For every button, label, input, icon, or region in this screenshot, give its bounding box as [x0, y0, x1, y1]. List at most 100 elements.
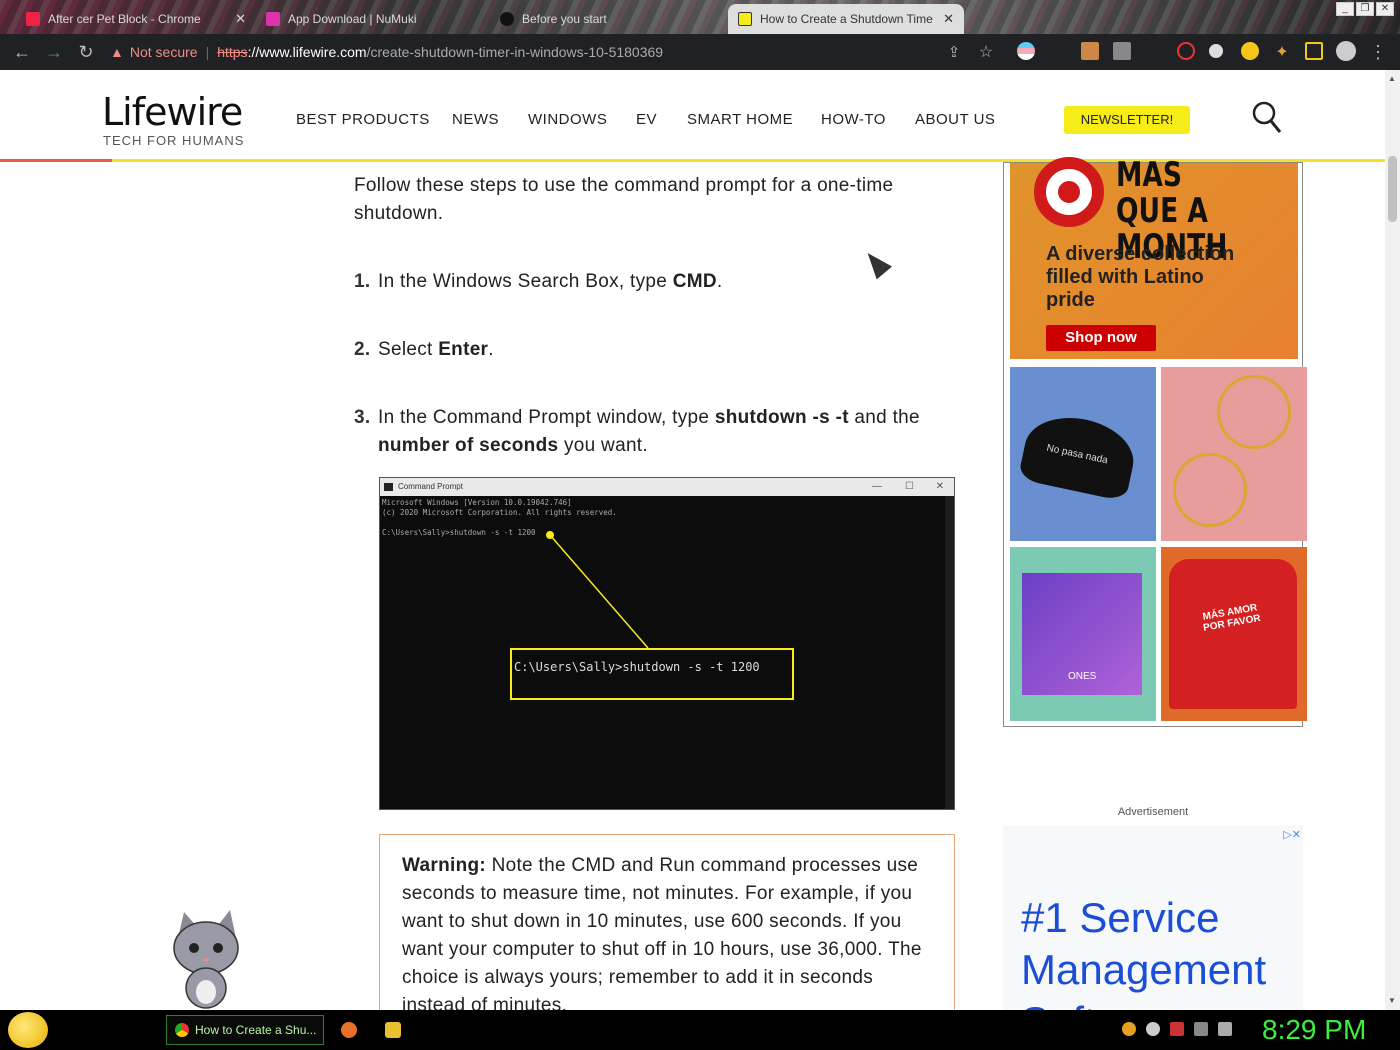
star-icon[interactable]: ☆ [970, 42, 1002, 62]
extension-icon[interactable] [1113, 42, 1131, 60]
tab-label: After cer Pet Block - Chrome [48, 12, 201, 26]
firefox-icon[interactable] [341, 1022, 357, 1038]
step-bold: CMD [672, 271, 717, 292]
step-number: 2. [354, 339, 371, 360]
shirt-image [1169, 559, 1297, 709]
profile-avatar[interactable] [1336, 41, 1356, 61]
extension-icon[interactable] [1017, 42, 1035, 60]
site-logo[interactable]: Lifewire [102, 90, 243, 134]
nav-best-products[interactable]: BEST PRODUCTS [296, 111, 430, 128]
forward-arrow-icon[interactable]: → [38, 42, 70, 63]
header-accent-line [0, 159, 112, 162]
tab-1[interactable]: After cer Pet Block - Chrome ✕ [16, 4, 256, 34]
site-header: Lifewire TECH FOR HUMANS BEST PRODUCTS N… [0, 70, 1385, 162]
tray-icon[interactable] [1146, 1022, 1160, 1036]
callout-line [546, 531, 649, 649]
url-scheme: https [217, 44, 248, 60]
network-icon[interactable] [1194, 1022, 1208, 1036]
product-earrings[interactable] [1161, 367, 1307, 541]
share-icon[interactable]: ⇪ [938, 43, 970, 61]
volume-icon[interactable] [1218, 1022, 1232, 1036]
nav-how-to[interactable]: HOW-TO [821, 111, 886, 128]
nav-smart-home[interactable]: SMART HOME [687, 111, 793, 128]
back-arrow-icon[interactable]: ← [6, 42, 38, 63]
scroll-down-icon[interactable]: ▼ [1388, 996, 1396, 1005]
nav-windows[interactable]: WINDOWS [528, 111, 607, 128]
divider: | [205, 44, 210, 60]
target-logo-icon [1034, 157, 1104, 227]
tab-active[interactable]: How to Create a Shutdown Time ✕ [728, 4, 964, 34]
ad-service-management[interactable]: ▷✕ #1 Service Management Soft [1003, 826, 1303, 1016]
step-text-part: . [488, 339, 494, 360]
nav-about-us[interactable]: ABOUT US [915, 111, 995, 128]
close-icon[interactable]: ✕ [235, 11, 246, 27]
step-bold: shutdown -s -t [714, 407, 849, 428]
ad-target[interactable]: MAS QUE A MONTH A diverse collection fil… [1003, 157, 1307, 727]
search-tray-icon[interactable] [1122, 1022, 1136, 1036]
warning-box: Warning: Note the CMD and Run command pr… [379, 834, 955, 1024]
warning-icon: ▲ [110, 44, 124, 60]
step-number: 1. [354, 271, 371, 292]
newsletter-button[interactable]: NEWSLETTER! [1064, 106, 1190, 134]
scroll-thumb[interactable] [1388, 156, 1397, 222]
step-text-part: In the Windows Search Box, type [378, 271, 673, 292]
taskbar-task-chrome[interactable]: How to Create a Shu... [166, 1015, 324, 1045]
window-controls: _ ❐ ✕ [1336, 2, 1394, 16]
browser-tab-strip: After cer Pet Block - Chrome ✕ App Downl… [0, 0, 1400, 34]
tab-favicon-icon [266, 12, 280, 26]
product-album[interactable]: ONES [1010, 547, 1156, 721]
maximize-icon[interactable]: ❐ [1356, 2, 1374, 16]
start-button[interactable] [8, 1012, 48, 1048]
block-icon[interactable] [1177, 42, 1195, 60]
extension-icon[interactable] [1081, 42, 1099, 60]
cmd-zoom-callout: C:\Users\Sally>shutdown -s -t 1200 [510, 648, 794, 700]
search-icon[interactable] [1252, 101, 1282, 135]
chrome-icon [175, 1023, 189, 1037]
url-input[interactable]: ▲ Not secure | https://www.lifewire.com /… [110, 38, 980, 66]
step-text-part: Select [378, 339, 439, 360]
step-text-part: and the [848, 407, 920, 428]
product-cap[interactable]: No pasa nada [1010, 367, 1156, 541]
address-bar: ← → ↻ ▲ Not secure | https://www.lifewir… [0, 34, 1400, 70]
tab-3[interactable]: Before you start [490, 4, 726, 34]
command-prompt-image: Command Prompt — ☐ ✕ Microsoft Windows [… [379, 477, 955, 810]
step-bold: Enter [438, 339, 489, 360]
tab-label: How to Create a Shutdown Time [760, 12, 933, 26]
shop-now-button[interactable]: Shop now [1046, 325, 1156, 351]
menu-icon[interactable]: ⋮ [1362, 42, 1394, 63]
url-path: /create-shutdown-timer-in-windows-10-518… [366, 44, 664, 60]
advertisement-label: Advertisement [1117, 806, 1189, 818]
flag-icon[interactable] [1170, 1022, 1184, 1036]
close-icon[interactable]: ✕ [943, 11, 954, 27]
adchoices-close-icon[interactable]: ▷✕ [1283, 828, 1301, 841]
scroll-up-icon[interactable]: ▲ [1388, 74, 1396, 83]
page-scrollbar[interactable]: ▲ ▼ [1385, 70, 1400, 1010]
sidebar-icon[interactable] [1305, 42, 1323, 60]
folder-icon[interactable] [385, 1022, 401, 1038]
tab-label: App Download | NuMuki [288, 12, 417, 26]
extension-icon[interactable] [1209, 44, 1223, 58]
close-window-icon[interactable]: ✕ [1376, 2, 1394, 16]
ad-headline: #1 Service Management Soft [1021, 894, 1267, 1016]
security-label[interactable]: Not secure [130, 44, 198, 60]
extension-icon[interactable] [1241, 42, 1259, 60]
step-bold: number of seconds [378, 435, 559, 456]
tab-2[interactable]: App Download | NuMuki [256, 4, 486, 34]
reload-icon[interactable]: ↻ [70, 42, 102, 63]
step-text: In the Command Prompt window, type shutd… [378, 404, 938, 460]
earring-image [1173, 453, 1247, 527]
clock[interactable]: 8:29 PM [1262, 1014, 1366, 1046]
task-label: How to Create a Shu... [195, 1023, 317, 1037]
desktop-pet-cat-icon [173, 910, 239, 1009]
product-shirt[interactable]: MÁS AMOR POR FAVOR [1161, 547, 1307, 721]
nav-ev[interactable]: EV [636, 111, 657, 128]
step-text-part: you want. [558, 435, 648, 456]
taskbar: How to Create a Shu... 8:29 PM [0, 1010, 1400, 1050]
step-text-part: . [716, 271, 723, 292]
tab-favicon-icon [500, 12, 514, 26]
tab-label: Before you start [522, 12, 607, 26]
puzzle-icon[interactable]: ✦ [1266, 42, 1298, 62]
nav-news[interactable]: NEWS [452, 111, 499, 128]
tab-favicon-icon [26, 12, 40, 26]
minimize-icon[interactable]: _ [1336, 2, 1354, 16]
